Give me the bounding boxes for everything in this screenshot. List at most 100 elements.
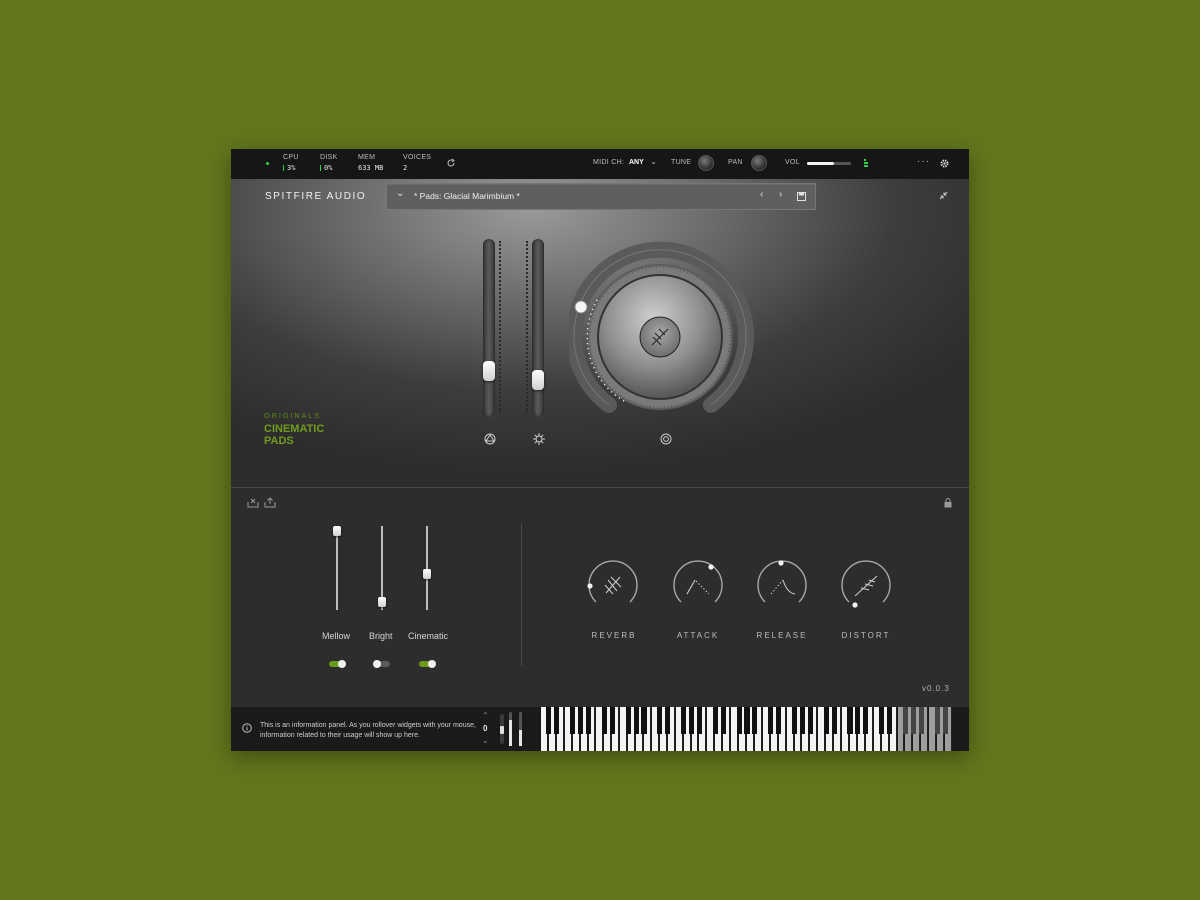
black-key[interactable] <box>776 707 782 734</box>
disk-value: 0% <box>324 164 333 172</box>
info-icon <box>242 723 252 733</box>
black-key[interactable] <box>657 707 663 734</box>
black-key[interactable] <box>902 707 908 734</box>
octave-value[interactable]: 0 <box>483 724 487 733</box>
black-key[interactable] <box>554 707 560 734</box>
attack-knob[interactable] <box>671 560 725 614</box>
black-key[interactable] <box>665 707 671 734</box>
collapse-icon[interactable] <box>939 191 948 200</box>
chevron-right-icon[interactable]: › <box>779 189 782 200</box>
bright-toggle[interactable] <box>373 660 390 668</box>
power-indicator <box>266 162 269 165</box>
pan-knob[interactable] <box>751 155 767 171</box>
cpu-meter <box>283 165 284 171</box>
plugin-window: CPU 3% DISK 0% MEM 633 MB VOICES 2 MIDI … <box>231 149 969 751</box>
black-key[interactable] <box>578 707 584 734</box>
mellow-label: Mellow <box>322 631 351 641</box>
dynamics-icon <box>533 433 545 445</box>
main-texture-dial[interactable] <box>569 237 765 423</box>
bright-slider[interactable] <box>378 526 386 610</box>
black-key[interactable] <box>879 707 885 734</box>
black-key[interactable] <box>792 707 798 734</box>
disk-meter <box>320 165 321 171</box>
pan-label: PAN <box>728 159 743 166</box>
expression-slider[interactable] <box>483 239 495 417</box>
black-key[interactable] <box>601 707 607 734</box>
import-icon[interactable] <box>264 496 276 508</box>
black-key[interactable] <box>744 707 750 734</box>
chevron-left-icon[interactable]: ‹ <box>760 189 763 200</box>
distort-knob[interactable] <box>839 560 893 614</box>
octave-down-icon[interactable]: ⌄ <box>482 736 489 745</box>
black-key[interactable] <box>696 707 702 734</box>
black-key[interactable] <box>720 707 726 734</box>
cinematic-slider-thumb[interactable] <box>423 568 431 579</box>
black-key[interactable] <box>609 707 615 734</box>
dynamics-slider[interactable] <box>532 239 544 417</box>
mellow-toggle[interactable] <box>329 660 346 668</box>
black-key[interactable] <box>942 707 948 734</box>
distort-label: DISTORT <box>841 631 891 640</box>
pitch-wheel-handle <box>500 726 504 734</box>
black-key[interactable] <box>570 707 576 734</box>
mod-wheel-fill <box>509 720 512 746</box>
volume-slider[interactable] <box>807 162 851 165</box>
tune-knob[interactable] <box>698 155 714 171</box>
black-key[interactable] <box>586 707 592 734</box>
release-knob[interactable] <box>755 560 809 614</box>
black-key[interactable] <box>681 707 687 734</box>
lock-icon[interactable] <box>944 498 952 508</box>
black-key[interactable] <box>831 707 837 734</box>
cinematic-toggle[interactable] <box>419 660 436 668</box>
mod-wheel-2[interactable] <box>519 712 522 746</box>
mod-wheel[interactable] <box>509 712 512 746</box>
midi-channel-select[interactable]: ANY ⌄ <box>629 158 656 166</box>
black-key[interactable] <box>768 707 774 734</box>
black-key[interactable] <box>934 707 940 734</box>
brand-logo: SPITFIRE AUDIO <box>265 191 367 202</box>
black-key[interactable] <box>823 707 829 734</box>
midi-channel-value: ANY <box>629 159 644 166</box>
black-key[interactable] <box>847 707 853 734</box>
black-key[interactable] <box>633 707 639 734</box>
black-key[interactable] <box>689 707 695 734</box>
black-key[interactable] <box>887 707 893 734</box>
midi-channel-label: MIDI CH: <box>593 159 625 166</box>
export-icon[interactable] <box>247 496 259 508</box>
ellipsis-icon[interactable]: ··· <box>917 156 930 167</box>
attack-label: ATTACK <box>676 631 720 640</box>
expression-slider-thumb[interactable] <box>483 360 495 381</box>
black-key[interactable] <box>918 707 924 734</box>
pitch-wheel[interactable] <box>500 714 504 744</box>
dynamics-slider-thumb[interactable] <box>532 370 544 391</box>
black-key[interactable] <box>712 707 718 734</box>
black-key[interactable] <box>641 707 647 734</box>
black-key[interactable] <box>736 707 742 734</box>
mellow-slider-thumb[interactable] <box>333 526 341 536</box>
status-bar: CPU 3% DISK 0% MEM 633 MB VOICES 2 MIDI … <box>231 149 969 179</box>
black-key[interactable] <box>546 707 552 734</box>
octave-up-icon[interactable]: ⌃ <box>482 711 489 720</box>
reverb-knob[interactable] <box>586 560 640 614</box>
bright-slider-thumb[interactable] <box>378 597 386 608</box>
black-key[interactable] <box>807 707 813 734</box>
black-key[interactable] <box>752 707 758 734</box>
chevron-down-icon[interactable]: ⌄ <box>396 188 404 199</box>
dynamics-slider-track-dots <box>526 241 530 413</box>
refresh-icon[interactable] <box>446 158 456 168</box>
cpu-label: CPU <box>283 154 299 161</box>
cinematic-slider[interactable] <box>423 526 431 610</box>
mellow-slider[interactable] <box>333 526 341 610</box>
piano-keyboard[interactable] <box>541 707 953 751</box>
black-key[interactable] <box>799 707 805 734</box>
gear-icon[interactable] <box>939 158 950 169</box>
save-icon[interactable] <box>797 192 806 201</box>
black-key[interactable] <box>625 707 631 734</box>
footer-bar: This is an information panel. As you rol… <box>231 707 969 751</box>
black-key[interactable] <box>855 707 861 734</box>
black-key[interactable] <box>863 707 869 734</box>
black-key[interactable] <box>910 707 916 734</box>
output-meter <box>864 159 868 168</box>
preset-browser[interactable]: ⌄ * Pads: Glacial Marimbium * ‹ › <box>386 183 816 210</box>
bright-label: Bright <box>369 631 393 641</box>
